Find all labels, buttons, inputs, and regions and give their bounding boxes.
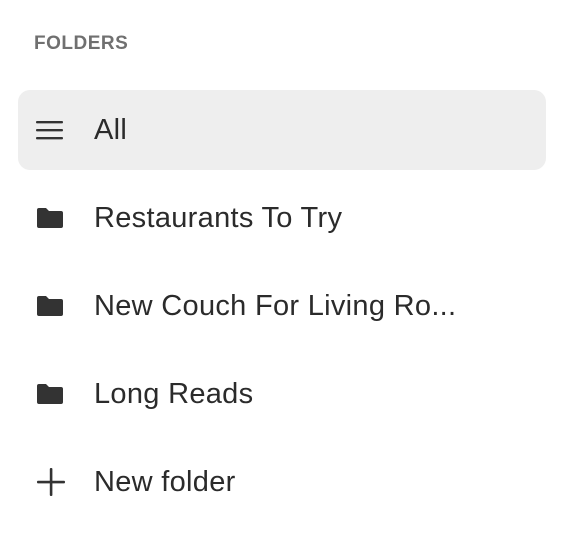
folder-item-new-couch[interactable]: New Couch For Living Ro... bbox=[18, 266, 546, 346]
folder-icon bbox=[36, 203, 66, 233]
folder-item-restaurants[interactable]: Restaurants To Try bbox=[18, 178, 546, 258]
folder-item-label: Restaurants To Try bbox=[94, 201, 343, 234]
folder-item-all[interactable]: All bbox=[18, 90, 546, 170]
folder-item-long-reads[interactable]: Long Reads bbox=[18, 354, 546, 434]
folder-icon bbox=[36, 291, 66, 321]
folders-panel: FOLDERS All Restaurants To Try New Couch… bbox=[0, 0, 564, 540]
folder-item-label: New Couch For Living Ro... bbox=[94, 289, 457, 322]
plus-icon bbox=[36, 467, 66, 497]
folder-icon bbox=[36, 379, 66, 409]
folder-item-label: Long Reads bbox=[94, 377, 254, 410]
folder-item-label: All bbox=[94, 113, 128, 146]
folders-section-title: FOLDERS bbox=[34, 33, 129, 54]
new-folder-label: New folder bbox=[94, 465, 236, 498]
new-folder-button[interactable]: New folder bbox=[18, 442, 546, 522]
menu-icon bbox=[36, 115, 66, 145]
